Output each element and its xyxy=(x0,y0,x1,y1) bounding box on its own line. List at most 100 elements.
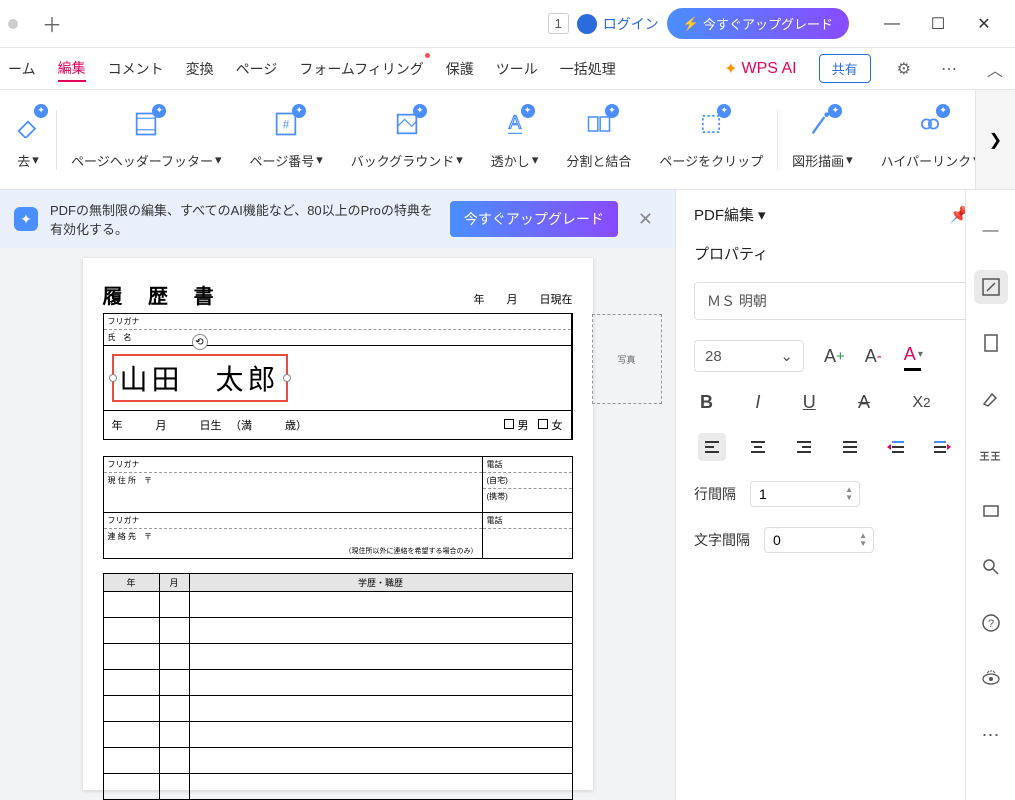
table-row xyxy=(104,774,572,800)
new-tab-button[interactable]: ＋ xyxy=(30,9,74,38)
tool-erase[interactable]: ✦ 去▾ xyxy=(0,110,56,170)
tool-page-number[interactable]: #✦ ページ番号▾ xyxy=(236,110,337,170)
svg-text:#: # xyxy=(283,118,290,131)
spinner-down-icon[interactable]: ▼ xyxy=(859,540,867,548)
minimize-rail-icon[interactable]: — xyxy=(974,214,1008,248)
tool-watermark[interactable]: A✦ 透かし▾ xyxy=(477,110,553,170)
panel-title-dropdown[interactable]: PDF編集 ▾ xyxy=(694,204,766,225)
toolbar-more-button[interactable]: ❯ xyxy=(975,90,1015,189)
chevron-down-icon: ▾ xyxy=(846,152,853,168)
chevron-down-icon: ▾ xyxy=(316,152,323,168)
menu-form-filling[interactable]: フォームフィリング xyxy=(299,57,423,81)
upgrade-button[interactable]: ⚡ 今すぐアップグレード xyxy=(667,8,849,39)
table-row xyxy=(104,670,572,696)
banner-upgrade-button[interactable]: 今すぐアップグレード xyxy=(450,201,618,237)
minimize-button[interactable]: — xyxy=(869,8,915,40)
indent-decrease-button[interactable] xyxy=(928,433,956,461)
page-count-value: 1 xyxy=(555,16,562,31)
bolt-icon: ⚡ xyxy=(683,16,699,32)
sparkle-icon: ✦ xyxy=(413,104,427,118)
login-button[interactable]: ログイン xyxy=(577,14,659,34)
bold-button[interactable]: B xyxy=(700,392,713,413)
history-table: 年 月 学歴・職歴 xyxy=(103,573,573,800)
chevron-down-icon: ▾ xyxy=(532,152,539,168)
page-rail-icon[interactable] xyxy=(974,326,1008,360)
text-rail-icon[interactable]: 王王 xyxy=(974,438,1008,472)
sparkle-icon: ✦ xyxy=(724,59,737,79)
underline-button[interactable]: U xyxy=(803,392,816,413)
sign-rail-icon[interactable] xyxy=(974,382,1008,416)
align-right-button[interactable] xyxy=(790,433,818,461)
tool-shapes[interactable]: ✦ 図形描画▾ xyxy=(778,110,867,170)
maximize-button[interactable]: ☐ xyxy=(915,8,961,40)
upgrade-banner: ✦ PDFの無制限の編集、すべてのAI機能など、80以上のProの特典を有効化す… xyxy=(0,190,675,248)
close-button[interactable]: ✕ xyxy=(961,8,1007,40)
edit-rail-icon[interactable] xyxy=(974,270,1008,304)
align-justify-button[interactable] xyxy=(836,433,864,461)
shrink-font-button[interactable]: A- xyxy=(865,346,882,367)
resize-handle-left[interactable] xyxy=(109,374,117,382)
resume-page: 履 歴 書 年 月 日現在 フリガナ 氏 名 ⟲ xyxy=(83,258,593,790)
wps-ai-button[interactable]: ✦ WPS AI xyxy=(724,59,797,79)
right-rail: — 王王 ? ⋯ xyxy=(965,190,1015,800)
align-center-button[interactable] xyxy=(744,433,772,461)
document-area: ✦ PDFの無制限の編集、すべてのAI機能など、80以上のProの特典を有効化す… xyxy=(0,190,675,800)
settings-icon[interactable]: ⚙ xyxy=(893,59,915,79)
line-spacing-label: 行間隔 xyxy=(694,484,736,504)
banner-close-button[interactable]: ✕ xyxy=(630,209,661,230)
table-row xyxy=(104,696,572,722)
menu-batch[interactable]: 一括処理 xyxy=(560,57,616,81)
upgrade-label: 今すぐアップグレード xyxy=(703,14,833,33)
form-rail-icon[interactable] xyxy=(974,494,1008,528)
chevron-down-icon: ▾ xyxy=(215,152,222,168)
menu-page[interactable]: ページ xyxy=(236,57,278,81)
resize-handle-right[interactable] xyxy=(283,374,291,382)
view-rail-icon[interactable] xyxy=(974,662,1008,696)
char-spacing-input[interactable]: 0 ▲▼ xyxy=(764,527,874,553)
wps-ai-label: WPS AI xyxy=(742,60,797,78)
menu-comment[interactable]: コメント xyxy=(108,57,164,81)
search-rail-icon[interactable] xyxy=(974,550,1008,584)
line-spacing-input[interactable]: 1 ▲▼ xyxy=(750,481,860,507)
svg-text:A: A xyxy=(508,111,521,132)
page-count-indicator[interactable]: 1 xyxy=(548,13,569,34)
collapse-ribbon-icon[interactable]: ︿ xyxy=(983,57,1007,81)
tool-header-footer[interactable]: ✦ ページヘッダーフッター▾ xyxy=(57,110,236,170)
share-button[interactable]: 共有 xyxy=(819,54,871,83)
align-left-button[interactable] xyxy=(698,433,726,461)
table-row xyxy=(104,722,572,748)
indent-increase-button[interactable] xyxy=(882,433,910,461)
chevron-down-icon: ▾ xyxy=(758,206,766,224)
rotate-handle-icon[interactable]: ⟲ xyxy=(192,334,208,350)
font-family-select[interactable]: ＭＳ 明朝 ⌄ xyxy=(694,282,997,320)
help-rail-icon[interactable]: ? xyxy=(974,606,1008,640)
sparkle-icon: ✦ xyxy=(34,104,48,118)
name-text-edit-box[interactable]: ⟲ 山田 太郎 xyxy=(112,354,288,402)
grow-font-button[interactable]: A+ xyxy=(824,346,845,367)
sparkle-icon: ✦ xyxy=(936,104,950,118)
menu-edit[interactable]: 編集 xyxy=(58,56,86,82)
menu-convert[interactable]: 変換 xyxy=(186,57,214,81)
sparkle-icon: ✦ xyxy=(717,104,731,118)
tool-split-merge[interactable]: ✦ 分割と結合 xyxy=(552,110,645,170)
spinner-down-icon[interactable]: ▼ xyxy=(845,494,853,502)
more-rail-icon[interactable]: ⋯ xyxy=(974,718,1008,752)
name-value[interactable]: 山田 太郎 xyxy=(120,364,280,395)
tool-background[interactable]: ✦ バックグラウンド▾ xyxy=(337,110,477,170)
italic-button[interactable]: I xyxy=(755,392,760,413)
more-menu-icon[interactable]: ⋯ xyxy=(937,59,961,79)
menu-tools[interactable]: ツール xyxy=(496,57,538,81)
strikethrough-button[interactable]: A xyxy=(858,392,870,413)
sparkle-icon: ✦ xyxy=(152,104,166,118)
superscript-button[interactable]: X2 xyxy=(912,394,930,412)
font-size-select[interactable]: 28 ⌄ xyxy=(694,340,804,372)
document-canvas[interactable]: 履 歴 書 年 月 日現在 フリガナ 氏 名 ⟲ xyxy=(0,248,675,800)
chevron-down-icon: ▾ xyxy=(456,152,463,168)
tool-clip-page[interactable]: ✦ ページをクリップ xyxy=(645,110,777,170)
menu-protect[interactable]: 保護 xyxy=(446,57,474,81)
menu-home[interactable]: ーム xyxy=(8,57,36,81)
font-color-button[interactable]: A▾ xyxy=(902,344,929,368)
menubar: ーム 編集 コメント 変換 ページ フォームフィリング 保護 ツール 一括処理 … xyxy=(0,48,1015,90)
tab-indicator-dot xyxy=(8,19,18,29)
titlebar: ＋ 1 ログイン ⚡ 今すぐアップグレード — ☐ ✕ xyxy=(0,0,1015,48)
